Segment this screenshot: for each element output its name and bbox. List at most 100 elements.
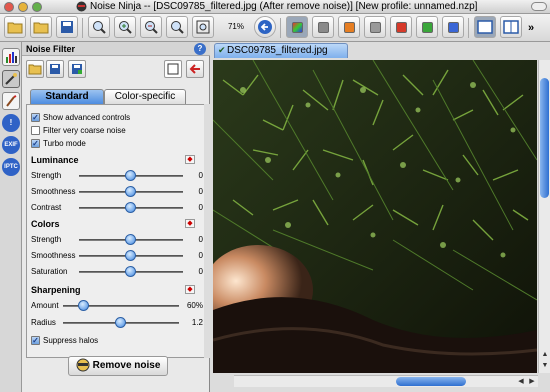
luminance-heading: Luminance	[31, 155, 79, 165]
view-green-button[interactable]	[416, 16, 438, 38]
open-folder-button[interactable]	[4, 16, 26, 38]
sharpening-radius-slider[interactable]	[115, 317, 126, 328]
scroll-left-icon[interactable]: ◀	[516, 377, 526, 387]
image-area: ✔ DSC09785_filtered.jpg ▲ ▼ ◀ ▶	[210, 42, 550, 392]
colors-reset-icon[interactable]: ◆	[185, 219, 195, 228]
left-sidebar: ! EXIF IPTC	[0, 42, 22, 392]
zoom-in-button[interactable]	[114, 16, 136, 38]
save-button[interactable]	[56, 16, 78, 38]
close-window-icon[interactable]	[4, 2, 14, 12]
luminance-reset-icon[interactable]: ◆	[185, 155, 195, 164]
sharpening-amount-slider[interactable]	[78, 300, 89, 311]
magnifier-icon	[93, 21, 106, 34]
slider-label: Radius	[31, 318, 56, 327]
split-view-button[interactable]	[500, 16, 522, 38]
open-folder-2-button[interactable]	[30, 16, 52, 38]
tab-color-specific[interactable]: Color-specific	[104, 89, 186, 104]
help-icon[interactable]: ?	[194, 43, 206, 55]
back-arrow-icon	[258, 20, 272, 34]
folder-icon	[33, 22, 49, 34]
gray-view-icon	[317, 22, 329, 34]
undo-button[interactable]	[186, 60, 204, 78]
window-title: Noise Ninja -- [DSC09785_filtered.jpg (A…	[90, 1, 478, 12]
minimize-window-icon[interactable]	[18, 2, 28, 12]
view-orange-button[interactable]	[338, 16, 360, 38]
colors-strength-slider[interactable]	[125, 234, 136, 245]
slider-label: Strength	[31, 171, 62, 180]
back-button[interactable]	[254, 16, 276, 38]
slider-label: Smoothness	[31, 251, 76, 260]
save-profile-button[interactable]	[46, 60, 64, 78]
save-profile-as-button[interactable]	[68, 60, 86, 78]
slider-value: 0	[198, 251, 203, 260]
green-view-icon	[421, 22, 433, 34]
zoom-fit-button[interactable]	[88, 16, 110, 38]
zoom-actual-icon	[171, 21, 184, 34]
ninja-icon	[76, 358, 90, 372]
zoom-out-icon	[145, 21, 158, 34]
split-pane-icon	[503, 20, 519, 34]
view-before-button[interactable]	[286, 16, 308, 38]
remove-noise-button[interactable]: Remove noise	[68, 356, 168, 376]
warning-icon[interactable]: !	[2, 114, 20, 132]
colors-saturation-slider[interactable]	[125, 266, 136, 277]
view-red-button[interactable]	[390, 16, 412, 38]
zoom-window-button[interactable]	[192, 16, 214, 38]
noise-filter-icon[interactable]	[2, 70, 20, 88]
title-bar: Noise Ninja -- [DSC09785_filtered.jpg (A…	[0, 0, 550, 14]
scroll-right-icon[interactable]: ▶	[527, 377, 537, 387]
toolbar-overflow-icon[interactable]: »	[528, 22, 534, 34]
suppress-halos-checkbox[interactable]: ✓	[31, 336, 40, 345]
single-view-button[interactable]	[474, 16, 496, 38]
scroll-down-icon[interactable]: ▼	[540, 361, 550, 371]
sharpening-heading: Sharpening	[31, 285, 81, 295]
view-gray-button[interactable]	[312, 16, 334, 38]
app-icon	[76, 1, 87, 12]
luminance-contrast-slider[interactable]	[125, 202, 136, 213]
floppy-icon	[61, 21, 73, 33]
view-gray2-button[interactable]	[364, 16, 386, 38]
filter-coarse-checkbox[interactable]	[31, 126, 40, 135]
show-advanced-label: Show advanced controls	[43, 113, 131, 122]
document-tab-label: DSC09785_filtered.jpg	[227, 45, 328, 56]
slider-label: Saturation	[31, 267, 68, 276]
turbo-mode-checkbox[interactable]: ✓	[31, 139, 40, 148]
floppy-icon	[72, 64, 82, 74]
iptc-icon[interactable]: IPTC	[2, 158, 20, 176]
panel-title: Noise Filter	[26, 44, 76, 54]
luminance-strength-slider[interactable]	[125, 170, 136, 181]
blank-square-icon	[167, 63, 179, 75]
slider-value: 0	[198, 235, 203, 244]
document-tab[interactable]: ✔ DSC09785_filtered.jpg	[214, 43, 348, 58]
filter-coarse-label: Filter very coarse noise	[43, 126, 126, 135]
zoom-out-button[interactable]	[140, 16, 162, 38]
slider-label: Amount	[31, 301, 59, 310]
slider-value: 0	[198, 203, 203, 212]
vertical-scrollbar[interactable]: ▲ ▼	[538, 60, 550, 373]
horizontal-scrollbar[interactable]: ◀ ▶	[234, 375, 538, 387]
horizontal-scroll-thumb[interactable]	[396, 377, 466, 386]
close-tab-icon[interactable]: ✔	[218, 45, 226, 56]
single-pane-icon	[477, 20, 493, 34]
suppress-halos-label: Suppress halos	[43, 336, 99, 345]
preview-toggle-button[interactable]	[164, 60, 182, 78]
view-blue-button[interactable]	[442, 16, 464, 38]
histogram-icon[interactable]	[2, 48, 20, 66]
sharpening-reset-icon[interactable]: ◆	[185, 285, 195, 294]
slider-label: Smoothness	[31, 187, 76, 196]
toolbar-toggle-button[interactable]	[531, 2, 547, 11]
image-viewport[interactable]	[213, 60, 537, 373]
zoom-window-icon[interactable]	[32, 2, 42, 12]
show-advanced-checkbox[interactable]: ✓	[31, 113, 40, 122]
colors-smoothness-slider[interactable]	[125, 250, 136, 261]
tab-standard[interactable]: Standard	[30, 89, 104, 104]
luminance-smoothness-slider[interactable]	[125, 186, 136, 197]
brush-icon[interactable]	[2, 92, 20, 110]
noise-filter-panel: Noise Filter ? Standard Color-specific ✓…	[22, 42, 210, 392]
open-profile-button[interactable]	[26, 60, 44, 78]
orange-view-icon	[343, 22, 355, 34]
zoom-actual-button[interactable]	[166, 16, 188, 38]
scroll-up-icon[interactable]: ▲	[540, 350, 550, 360]
vertical-scroll-thumb[interactable]	[540, 78, 549, 198]
exif-icon[interactable]: EXIF	[2, 136, 20, 154]
